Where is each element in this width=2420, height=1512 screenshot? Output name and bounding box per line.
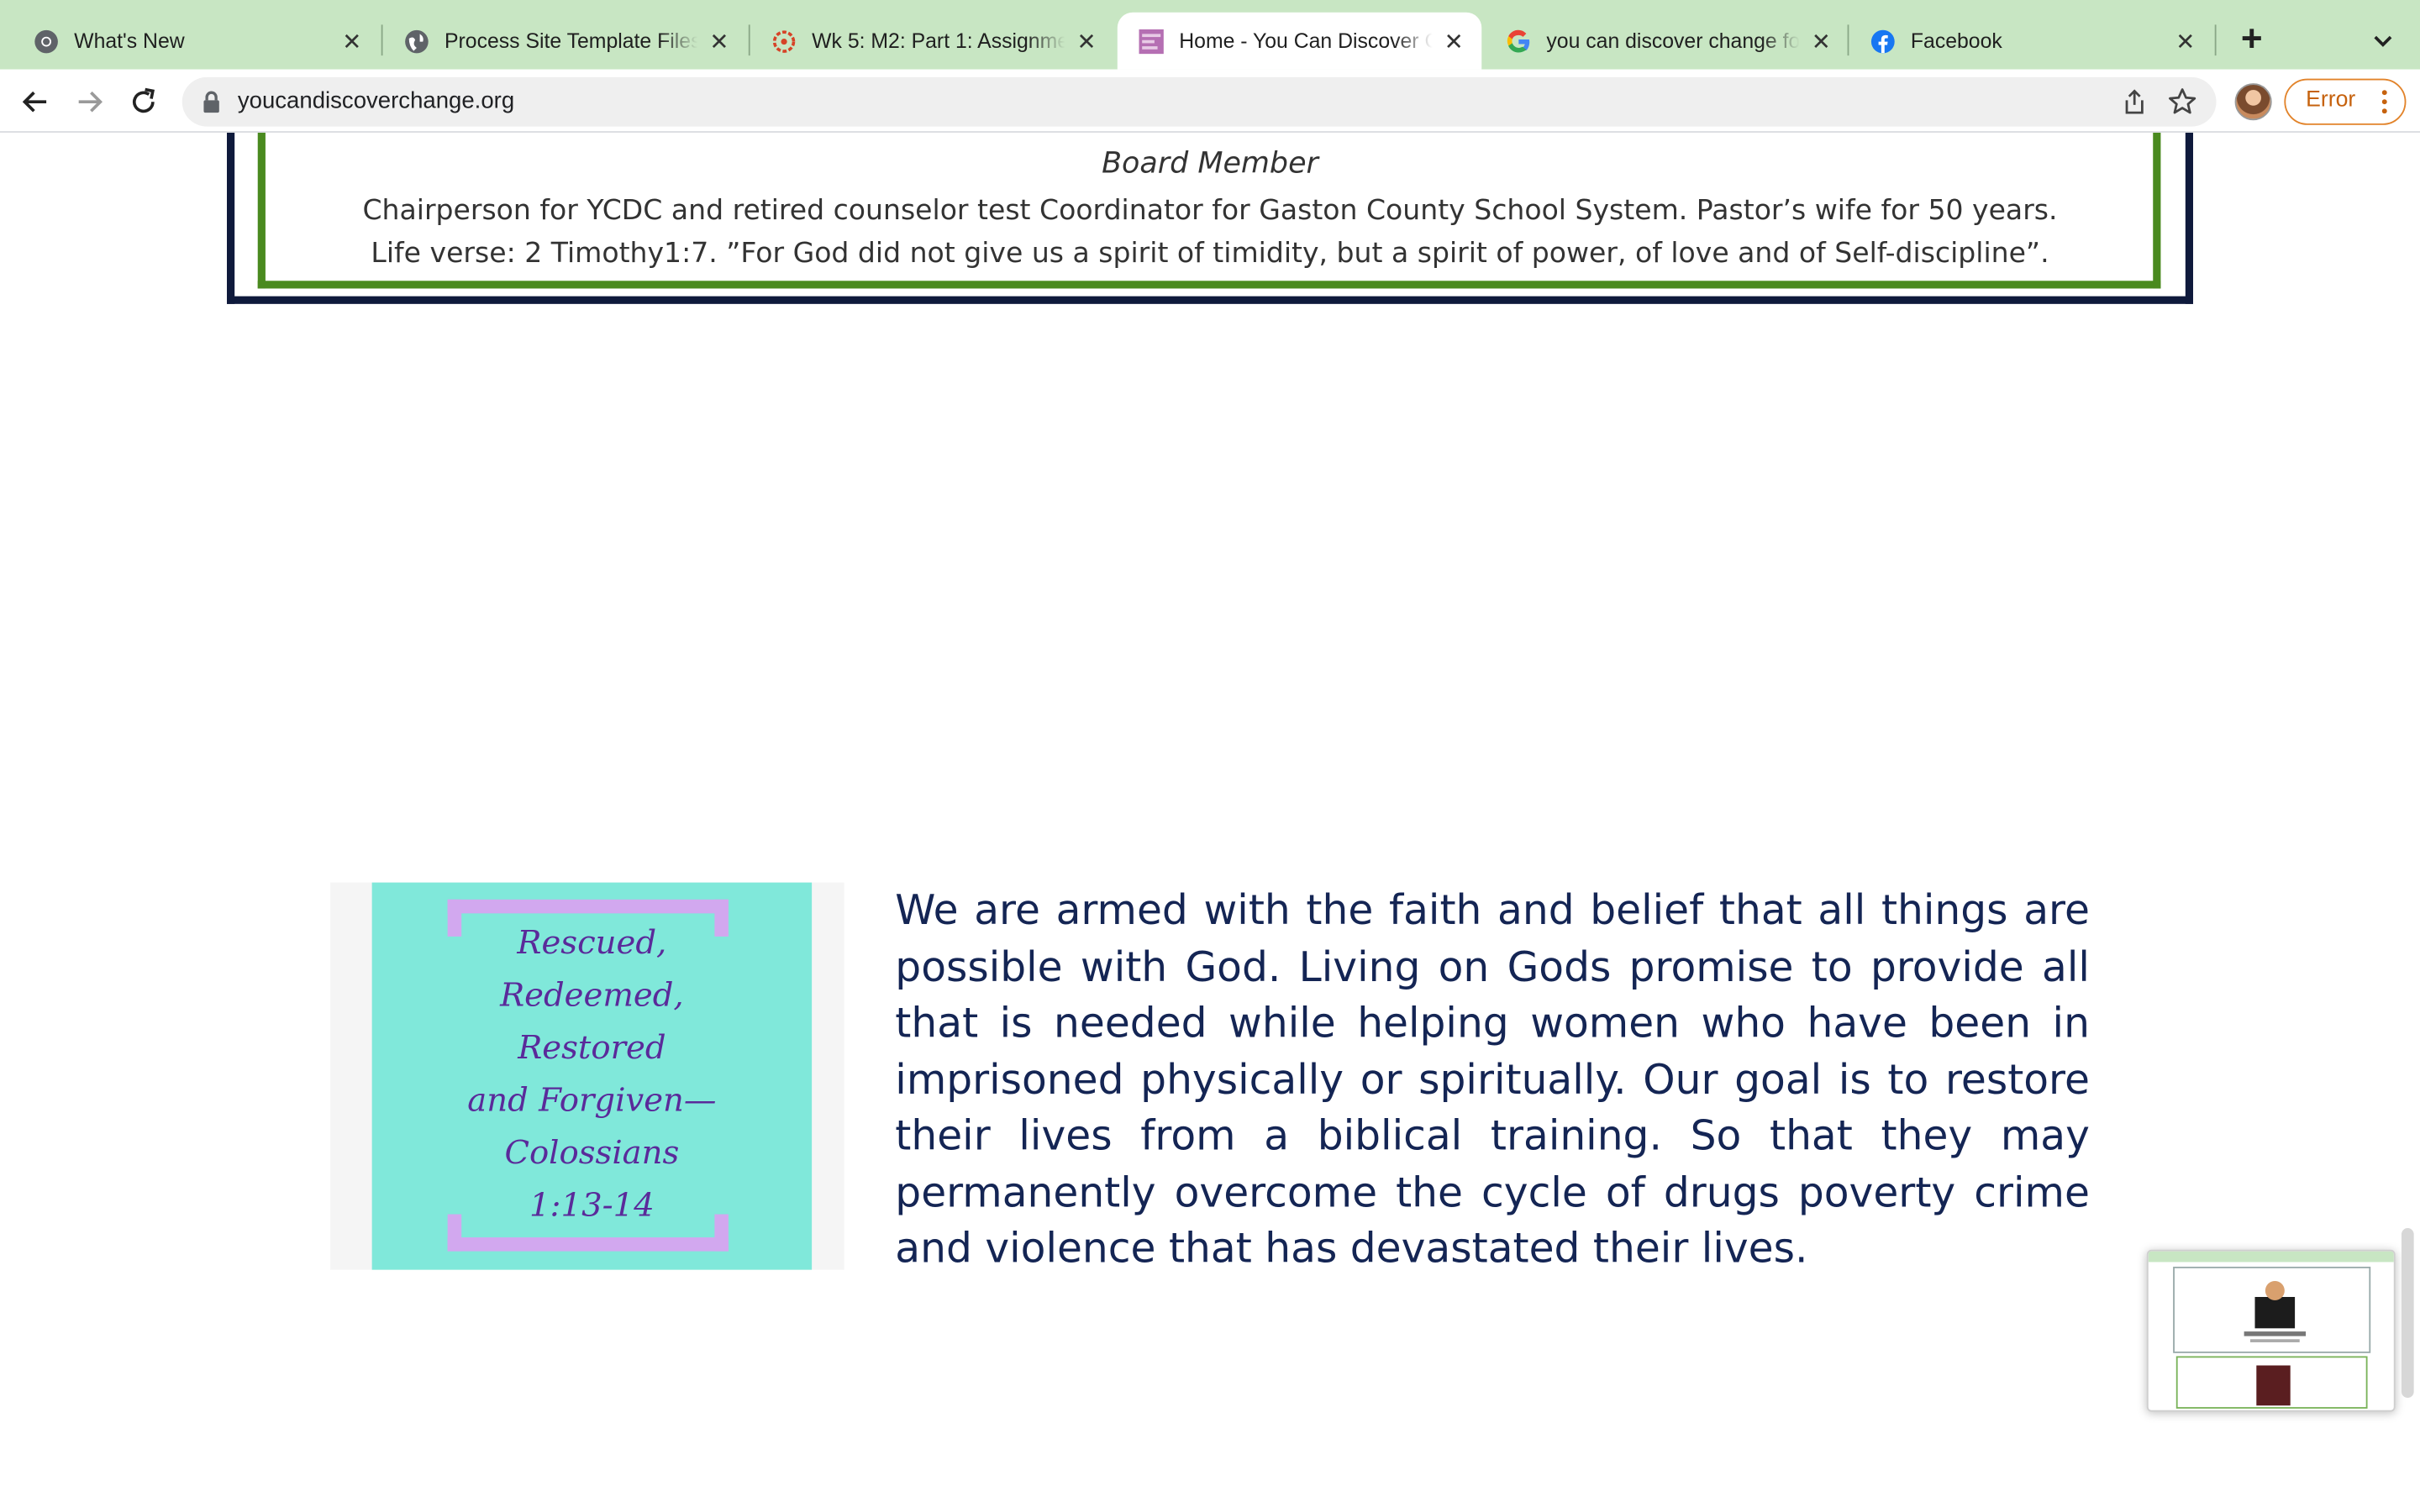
- tab-title: Wk 5: M2: Part 1: Assignment: [812, 29, 1065, 53]
- board-member-description: Chairperson for YCDC and retired counsel…: [260, 190, 2161, 276]
- url-text[interactable]: youcandiscoverchange.org: [238, 88, 514, 114]
- site-logo-icon: [1139, 28, 1164, 54]
- bracket-bottom: [447, 1237, 729, 1252]
- verse-quote: Rescued, Redeemed, Restored and Forgiven…: [372, 916, 812, 1231]
- tab-whats-new[interactable]: What's New ✕: [13, 13, 380, 70]
- profile-avatar[interactable]: [2234, 83, 2272, 121]
- board-description-line: Chairperson for YCDC and retired counsel…: [362, 194, 2058, 228]
- share-icon[interactable]: [2121, 88, 2149, 116]
- close-icon[interactable]: ✕: [339, 29, 364, 55]
- canvas-lms-icon: [771, 29, 796, 53]
- error-label: Error: [2306, 87, 2356, 113]
- close-icon[interactable]: ✕: [1809, 29, 1833, 55]
- verse-line: 1:13-14: [529, 1186, 655, 1224]
- profile-error-button[interactable]: Error: [2284, 78, 2407, 125]
- kebab-menu-icon[interactable]: [2381, 90, 2387, 114]
- close-icon[interactable]: ✕: [2173, 29, 2197, 55]
- tab-process-site-template[interactable]: Process Site Template Files ✕: [383, 13, 747, 70]
- person-photo-thumbnail: [2254, 1275, 2296, 1329]
- back-arrow-icon[interactable]: [15, 81, 55, 122]
- tab-title: Home - You Can Discover Change: [1179, 29, 1432, 53]
- page-preview-thumbnail[interactable]: [2146, 1249, 2396, 1412]
- verse-line: Colossians: [504, 1134, 680, 1172]
- bookmark-star-icon[interactable]: [2167, 87, 2198, 118]
- verse-line: Redeemed,: [500, 976, 684, 1014]
- facebook-icon: [1870, 29, 1895, 53]
- reload-icon[interactable]: [124, 81, 164, 122]
- close-icon[interactable]: ✕: [707, 29, 731, 55]
- tab-title: What's New: [74, 29, 185, 53]
- globe-icon: [404, 29, 429, 53]
- verse-line: Restored: [518, 1029, 666, 1067]
- new-tab-button[interactable]: +: [2232, 21, 2272, 62]
- browser-toolbar: youcandiscoverchange.org Error: [0, 69, 2420, 133]
- person-photo-thumbnail: [2256, 1365, 2291, 1406]
- forward-arrow-icon[interactable]: [70, 81, 110, 122]
- bracket-top: [447, 899, 729, 914]
- google-icon: [1507, 29, 1531, 53]
- tab-home-you-can-discover[interactable]: Home - You Can Discover Change ✕: [1117, 12, 1482, 70]
- chrome-icon: [34, 29, 58, 53]
- lock-icon[interactable]: [201, 90, 223, 114]
- verse-image: Rescued, Redeemed, Restored and Forgiven…: [371, 882, 813, 1270]
- tab-search-chevron-down-icon[interactable]: [2368, 24, 2399, 55]
- tab-strip: What's New ✕ Process Site Template Files…: [0, 0, 2420, 70]
- tab-title: Process Site Template Files: [444, 29, 698, 53]
- tab-title: Facebook: [1910, 29, 2002, 53]
- tab-facebook[interactable]: Facebook ✕: [1849, 13, 2212, 70]
- tab-google-search[interactable]: you can discover change fo ✕: [1485, 13, 1849, 70]
- close-icon[interactable]: ✕: [1074, 29, 1098, 55]
- address-bar[interactable]: youcandiscoverchange.org: [182, 76, 2217, 127]
- tab-assignment[interactable]: Wk 5: M2: Part 1: Assignment ✕: [750, 13, 1114, 70]
- close-icon[interactable]: ✕: [1442, 29, 1466, 55]
- verse-line: Rescued,: [517, 924, 667, 962]
- verse-line: and Forgiven—: [467, 1081, 717, 1119]
- board-life-verse: Life verse: 2 Timothy1:7. ”For God did n…: [371, 237, 2049, 270]
- web-page: Board Member Chairperson for YCDC and re…: [0, 132, 2420, 1512]
- board-member-role: Board Member: [1102, 146, 1318, 181]
- mission-statement: We are armed with the faith and belief t…: [895, 887, 2090, 1273]
- tab-title: you can discover change fo: [1546, 29, 1800, 53]
- scrollbar[interactable]: [2401, 1228, 2414, 1399]
